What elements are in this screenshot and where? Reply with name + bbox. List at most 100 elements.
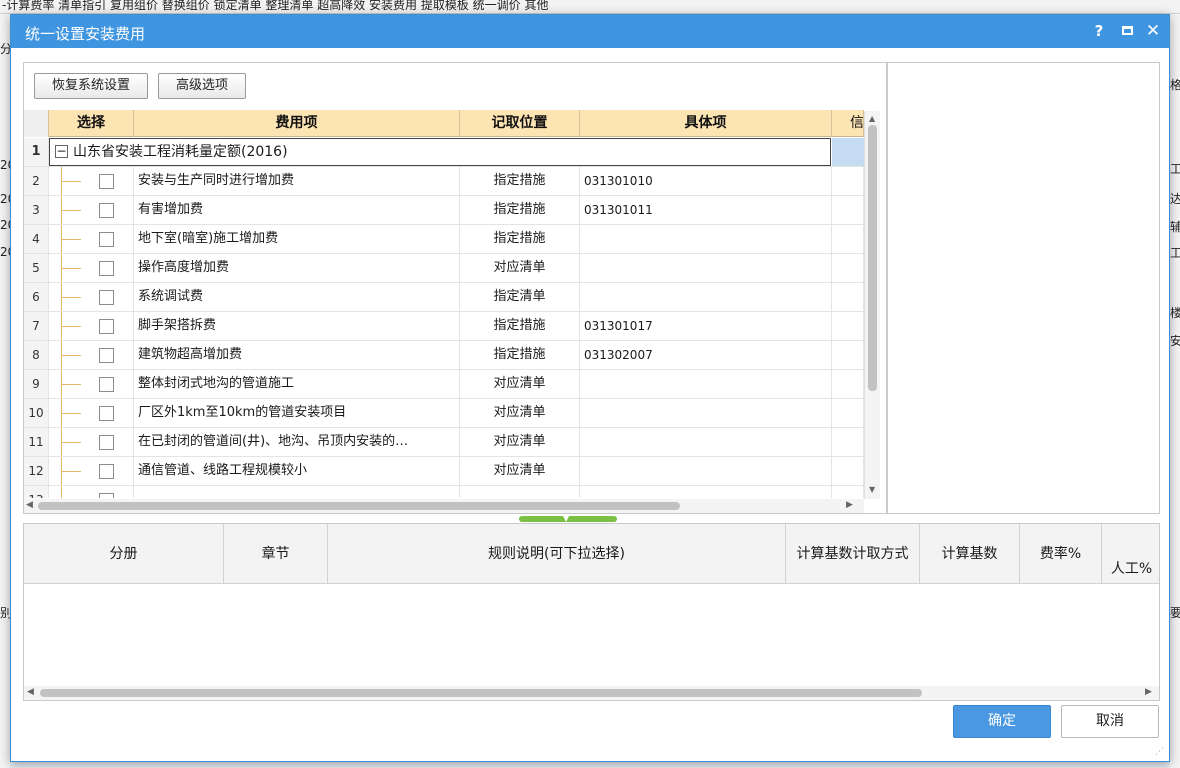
table-row[interactable]: 7 脚手架搭拆费 指定措施 031301017	[24, 312, 864, 341]
background-fragment: 工和	[1170, 246, 1180, 260]
position-cell[interactable]: 指定清单	[460, 283, 580, 311]
position-cell[interactable]: 对应清单	[460, 370, 580, 398]
cancel-button[interactable]: 取消	[1061, 705, 1159, 738]
header-more[interactable]: 信	[832, 110, 864, 137]
fee-item-cell[interactable]: 通信管道、线路工程规模较小	[134, 457, 460, 485]
maximize-icon[interactable]	[1115, 19, 1139, 43]
table-row[interactable]: 2 安装与生产同时进行增加费 指定措施 031301010	[24, 167, 864, 196]
ok-button[interactable]: 确定	[953, 705, 1051, 738]
fee-item-cell[interactable]: 建筑物超高增加费	[134, 341, 460, 369]
fee-item-cell[interactable]: 整体封闭式地沟的管道施工	[134, 370, 460, 398]
row-checkbox[interactable]	[99, 435, 114, 450]
detail-cell[interactable]: 031302007	[580, 341, 832, 369]
close-icon[interactable]: ✕	[1141, 19, 1165, 43]
collapse-toggle-icon[interactable]: −	[55, 145, 68, 158]
detail-cell[interactable]: 031301017	[580, 312, 832, 340]
header-labor[interactable]: 人工%	[1102, 554, 1159, 584]
dialog-titlebar[interactable]: 统一设置安装费用 ? ✕	[11, 15, 1169, 48]
row-checkbox[interactable]	[99, 290, 114, 305]
detail-cell[interactable]	[580, 283, 832, 311]
tree-branch	[61, 181, 81, 182]
grid-vertical-scrollbar[interactable]: ▲ ▼	[864, 111, 880, 499]
table-row[interactable]: 4 地下室(暗室)施工增加费 指定措施	[24, 225, 864, 254]
fee-item-cell[interactable]: 脚手架搭拆费	[134, 312, 460, 340]
row-checkbox[interactable]	[99, 406, 114, 421]
advanced-options-button[interactable]: 高级选项	[158, 73, 246, 99]
header-calc-base[interactable]: 计算基数	[920, 524, 1020, 584]
fee-item-cell[interactable]: 有害增加费	[134, 196, 460, 224]
table-row[interactable]: 5 操作高度增加费 对应清单	[24, 254, 864, 283]
detail-cell[interactable]	[580, 225, 832, 253]
scrollbar-thumb[interactable]	[40, 689, 922, 697]
detail-cell[interactable]	[580, 457, 832, 485]
header-rule[interactable]: 规则说明(可下拉选择)	[328, 524, 786, 584]
restore-defaults-button[interactable]: 恢复系统设置	[34, 73, 148, 99]
scroll-right-icon[interactable]: ▶	[1145, 687, 1152, 697]
row-checkbox[interactable]	[99, 464, 114, 479]
table-row[interactable]: 6 系统调试费 指定清单	[24, 283, 864, 312]
help-icon[interactable]: ?	[1087, 19, 1111, 43]
detail-cell[interactable]: 031301011	[580, 196, 832, 224]
header-rate[interactable]: 费率%	[1020, 524, 1102, 584]
position-cell[interactable]: 指定措施	[460, 312, 580, 340]
resize-grip-icon[interactable]: ⋰	[1155, 747, 1165, 757]
scrollbar-thumb[interactable]	[38, 502, 680, 510]
rules-horizontal-scrollbar[interactable]: ◀ ▶	[24, 686, 1159, 700]
row-checkbox[interactable]	[99, 377, 114, 392]
group-row[interactable]: 1 − 山东省安装工程消耗量定额(2016)	[24, 138, 864, 167]
row-checkbox[interactable]	[99, 493, 114, 498]
fee-item-cell[interactable]	[134, 486, 460, 498]
position-cell[interactable]: 指定措施	[460, 341, 580, 369]
position-cell[interactable]: 指定措施	[460, 196, 580, 224]
detail-cell[interactable]	[580, 370, 832, 398]
table-row[interactable]: 9 整体封闭式地沟的管道施工 对应清单	[24, 370, 864, 399]
fee-item-cell[interactable]: 操作高度增加费	[134, 254, 460, 282]
grid-horizontal-scrollbar[interactable]: ◀ ▶	[24, 499, 864, 513]
more-cell	[832, 167, 864, 195]
detail-cell[interactable]: 031301010	[580, 167, 832, 195]
detail-cell[interactable]	[580, 254, 832, 282]
detail-cell[interactable]	[580, 399, 832, 427]
position-cell[interactable]: 指定措施	[460, 225, 580, 253]
table-row[interactable]: 13	[24, 486, 864, 498]
fee-item-cell[interactable]: 在已封闭的管道间(井)、地沟、吊顶内安装的…	[134, 428, 460, 456]
position-cell[interactable]: 对应清单	[460, 254, 580, 282]
position-cell[interactable]	[460, 486, 580, 498]
position-cell[interactable]: 对应清单	[460, 399, 580, 427]
row-checkbox[interactable]	[99, 203, 114, 218]
row-checkbox[interactable]	[99, 174, 114, 189]
detail-cell[interactable]	[580, 428, 832, 456]
table-row[interactable]: 11 在已封闭的管道间(井)、地沟、吊顶内安装的… 对应清单	[24, 428, 864, 457]
row-checkbox[interactable]	[99, 348, 114, 363]
position-cell[interactable]: 指定措施	[460, 167, 580, 195]
scroll-up-icon[interactable]: ▲	[869, 114, 875, 123]
fee-item-cell[interactable]: 安装与生产同时进行增加费	[134, 167, 460, 195]
header-chapter[interactable]: 章节	[224, 524, 328, 584]
fee-item-cell[interactable]: 系统调试费	[134, 283, 460, 311]
header-fee-item[interactable]: 费用项	[134, 110, 460, 137]
header-volume[interactable]: 分册	[24, 524, 224, 584]
header-calc-method[interactable]: 计算基数计取方式	[786, 524, 920, 584]
fee-item-cell[interactable]: 地下室(暗室)施工增加费	[134, 225, 460, 253]
row-number: 10	[24, 399, 49, 427]
table-row[interactable]: 3 有害增加费 指定措施 031301011	[24, 196, 864, 225]
detail-cell[interactable]	[580, 486, 832, 498]
scrollbar-thumb[interactable]	[868, 125, 877, 391]
scroll-down-icon[interactable]: ▼	[869, 485, 875, 494]
scroll-left-icon[interactable]: ◀	[26, 500, 33, 510]
scroll-right-icon[interactable]: ▶	[846, 500, 853, 510]
row-checkbox[interactable]	[99, 261, 114, 276]
scroll-left-icon[interactable]: ◀	[27, 687, 34, 697]
row-checkbox[interactable]	[99, 232, 114, 247]
table-row[interactable]: 10 厂区外1km至10km的管道安装项目 对应清单	[24, 399, 864, 428]
position-cell[interactable]: 对应清单	[460, 457, 580, 485]
header-select[interactable]: 选择	[49, 110, 134, 137]
panel-splitter-handle[interactable]: ▼	[519, 514, 617, 523]
table-row[interactable]: 12 通信管道、线路工程规模较小 对应清单	[24, 457, 864, 486]
header-detail[interactable]: 具体项	[580, 110, 832, 137]
header-position[interactable]: 记取位置	[460, 110, 580, 137]
table-row[interactable]: 8 建筑物超高增加费 指定措施 031302007	[24, 341, 864, 370]
row-checkbox[interactable]	[99, 319, 114, 334]
fee-item-cell[interactable]: 厂区外1km至10km的管道安装项目	[134, 399, 460, 427]
position-cell[interactable]: 对应清单	[460, 428, 580, 456]
